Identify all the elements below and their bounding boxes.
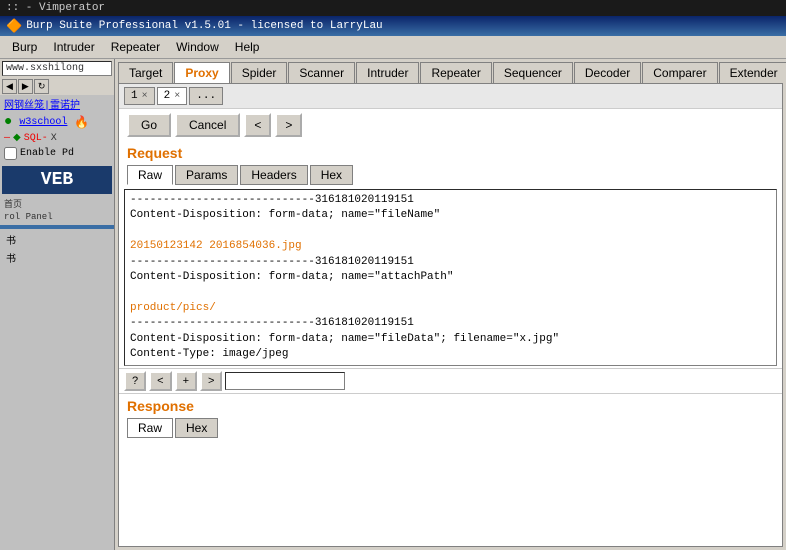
req-line-0: ----------------------------316181020119… (130, 193, 771, 208)
req-tab-hex[interactable]: Hex (310, 165, 353, 185)
resp-tab-raw[interactable]: Raw (127, 418, 173, 438)
tab-comparer[interactable]: Comparer (642, 62, 717, 83)
req-tab-headers[interactable]: Headers (240, 165, 307, 185)
tab-proxy[interactable]: Proxy (174, 62, 229, 83)
req-plus-btn[interactable]: + (175, 371, 197, 391)
window-title: Burp Suite Professional v1.5.01 - licens… (26, 20, 382, 32)
menu-burp[interactable]: Burp (4, 38, 45, 56)
logo-sub: 首页 (4, 197, 22, 210)
req-line-8: ----------------------------316181020119… (130, 316, 771, 331)
tab-repeater[interactable]: Repeater (420, 62, 491, 83)
sidebar-label: rol Panel (0, 211, 114, 223)
sidebar-logo: VEB (2, 166, 112, 194)
req-line-9: Content-Disposition: form-data; name="fi… (130, 332, 771, 347)
subtab-1-label: 1 (131, 90, 138, 102)
nav-row: Go Cancel < > (119, 109, 782, 141)
request-section: Request Raw Params Headers Hex ---------… (119, 141, 782, 393)
subtabs-row: 1 × 2 × ... (119, 84, 782, 109)
tab-spider[interactable]: Spider (231, 62, 288, 83)
enable-pd-row: Enable Pd (0, 145, 114, 162)
response-section: Response Raw Hex (119, 393, 782, 444)
browser-sidebar: www.sxshilong ◀ ▶ ↻ 网钢丝笼|雷诺护 ● w3school … (0, 59, 115, 550)
req-nav-row: ? < + > (119, 368, 782, 393)
sidebar-item-2[interactable]: 书 (0, 249, 114, 267)
sidebar-link-1[interactable]: 网钢丝笼|雷诺护 (0, 95, 114, 113)
logo-text: VEB (41, 170, 73, 190)
menu-intruder[interactable]: Intruder (45, 38, 102, 56)
enable-pd-label: Enable Pd (20, 148, 74, 159)
req-line-6 (130, 285, 771, 300)
req-search-input[interactable] (225, 372, 345, 390)
sidebar-fwd-btn[interactable]: ▶ (18, 79, 33, 94)
vimperator-text: :: - Vimperator (6, 2, 105, 14)
burp-panel: Target Proxy Spider Scanner Intruder Rep… (115, 59, 786, 550)
menu-help[interactable]: Help (227, 38, 268, 56)
sidebar-link-w3[interactable]: w3school (15, 116, 71, 129)
request-title: Request (119, 141, 782, 163)
req-tab-raw[interactable]: Raw (127, 165, 173, 185)
burp-tabs: Target Proxy Spider Scanner Intruder Rep… (115, 59, 786, 83)
sidebar-content: 网钢丝笼|雷诺护 ● w3school 🔥 — ◆ SQL- X Enable … (0, 95, 114, 550)
req-line-2 (130, 224, 771, 239)
title-bar: 🔶 Burp Suite Professional v1.5.01 - lice… (0, 16, 786, 36)
burp-inner-panel: 1 × 2 × ... Go Cancel < > Request (118, 83, 783, 547)
sidebar-nav: ◀ ▶ ↻ (0, 78, 114, 95)
menu-repeater[interactable]: Repeater (103, 38, 168, 56)
menu-window[interactable]: Window (168, 38, 227, 56)
req-line-10: Content-Type: image/jpeg (130, 347, 771, 362)
req-back-btn[interactable]: < (149, 371, 171, 391)
dot-icon: ◆ (13, 132, 21, 144)
req-tab-params[interactable]: Params (175, 165, 238, 185)
tab-sequencer[interactable]: Sequencer (493, 62, 573, 83)
req-line-7: product/pics/ (130, 301, 771, 316)
req-line-3: 20150123142 2016854036.jpg (130, 239, 771, 254)
response-title: Response (119, 394, 782, 416)
subtab-dots[interactable]: ... (189, 87, 223, 105)
sidebar-row: 首页 (0, 196, 114, 211)
sidebar-refresh-btn[interactable]: ↻ (34, 79, 50, 94)
address-bar[interactable]: www.sxshilong (2, 61, 112, 76)
request-tabs: Raw Params Headers Hex (119, 163, 782, 187)
req-line-5: Content-Disposition: form-data; name="at… (130, 270, 771, 285)
sidebar-bullet-w3: ● (4, 114, 12, 130)
forward-button[interactable]: > (275, 113, 302, 137)
back-button[interactable]: < (244, 113, 271, 137)
sidebar-section (0, 225, 114, 229)
req-fwd-btn[interactable]: > (200, 371, 222, 391)
subtab-2-close[interactable]: × (174, 91, 180, 102)
tab-intruder[interactable]: Intruder (356, 62, 419, 83)
fire-icon: 🔥 (74, 115, 89, 130)
burp-icon: 🔶 (6, 19, 22, 34)
tab-target[interactable]: Target (118, 62, 173, 83)
subtab-2[interactable]: 2 × (157, 87, 188, 105)
req-line-4: ----------------------------316181020119… (130, 255, 771, 270)
resp-tab-hex[interactable]: Hex (175, 418, 218, 438)
menu-bar: Burp Intruder Repeater Window Help (0, 36, 786, 59)
go-button[interactable]: Go (127, 113, 171, 137)
tab-scanner[interactable]: Scanner (288, 62, 355, 83)
tab-extender[interactable]: Extender (719, 62, 786, 83)
enable-pd-checkbox[interactable] (4, 147, 17, 160)
subtab-1-close[interactable]: × (142, 91, 148, 102)
x-icon: X (51, 133, 57, 144)
sql-icon: SQL- (24, 133, 48, 144)
request-content[interactable]: ----------------------------316181020119… (124, 189, 777, 366)
req-question-btn[interactable]: ? (124, 371, 146, 391)
subtab-1[interactable]: 1 × (124, 87, 155, 105)
sidebar-back-btn[interactable]: ◀ (2, 79, 17, 94)
tab-decoder[interactable]: Decoder (574, 62, 641, 83)
vimperator-bar: :: - Vimperator (0, 0, 786, 16)
response-tabs: Raw Hex (119, 416, 782, 440)
sidebar-item-1[interactable]: 书 (0, 231, 114, 249)
subtab-2-label: 2 (164, 90, 171, 102)
req-line-1: Content-Disposition: form-data; name="fi… (130, 208, 771, 223)
dash-icon: — (4, 133, 10, 144)
cancel-button[interactable]: Cancel (175, 113, 240, 137)
addr-text: www.sxshilong (6, 63, 84, 74)
